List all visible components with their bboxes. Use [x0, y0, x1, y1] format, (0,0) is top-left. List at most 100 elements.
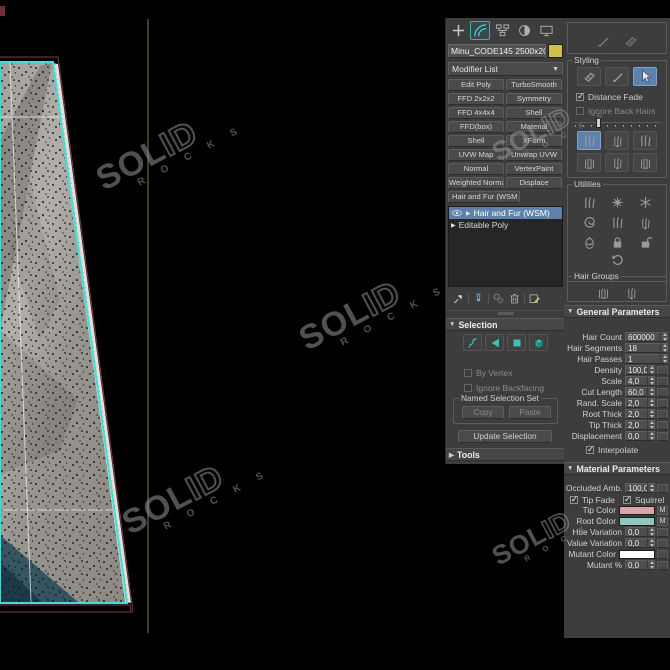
util-unlock-icon[interactable] — [633, 233, 657, 252]
density-map-button[interactable] — [657, 365, 668, 375]
modifier-button[interactable]: VertexPaint — [506, 163, 562, 175]
spinner-arrows[interactable] — [647, 538, 654, 548]
mutant-color-map-button[interactable] — [657, 549, 668, 559]
modifier-button[interactable]: UVW Map — [448, 149, 504, 161]
object-name-field[interactable]: Minu_CODE145 2500x2012 — [448, 44, 546, 58]
stack-item-editable-poly[interactable]: ▶ Editable Poly — [449, 219, 562, 231]
slider-handle[interactable] — [595, 118, 601, 128]
tip-color-map-button[interactable]: M — [657, 505, 668, 515]
rollout-tools[interactable]: ▶ Tools — [446, 448, 565, 461]
modifier-button[interactable]: Shell — [506, 107, 562, 119]
displacement-spinner[interactable]: 0,0 — [625, 431, 655, 441]
util-reset-rest-icon[interactable] — [605, 193, 629, 212]
modifier-button[interactable]: Displace — [506, 177, 562, 189]
tab-create[interactable] — [448, 21, 468, 40]
tip-thick-spinner[interactable]: 2,0 — [625, 420, 655, 430]
hair-group-make-icon[interactable] — [591, 284, 615, 300]
spinner-arrows[interactable] — [647, 387, 654, 397]
expand-arrow-icon[interactable]: ▶ — [466, 210, 471, 217]
rollout-material-parameters[interactable]: ▼ Material Parameters — [564, 462, 670, 475]
ignore-backfacing-checkbox[interactable]: Ignore Backfacing — [464, 383, 544, 393]
by-vertex-checkbox[interactable]: By Vertex — [464, 368, 512, 378]
util-pop-selected-icon[interactable] — [633, 213, 657, 232]
modifier-button[interactable]: Unwrap UVW — [506, 149, 562, 161]
tab-modify[interactable] — [470, 21, 490, 40]
modifier-button[interactable]: Material — [506, 121, 562, 133]
rand-scale-spinner[interactable]: 2,0 — [625, 398, 655, 408]
distance-fade-checkbox[interactable]: Distance Fade — [576, 91, 666, 102]
hair-tool-clump[interactable] — [577, 153, 601, 172]
scale-map-button[interactable] — [657, 376, 668, 386]
util-undo-icon[interactable] — [605, 252, 629, 266]
spinner-arrows[interactable] — [647, 483, 654, 493]
tip-color-swatch[interactable] — [619, 505, 655, 515]
subobject-vertex-button[interactable] — [485, 334, 504, 351]
tip-fade-checkbox[interactable]: Tip Fade — [569, 494, 615, 505]
tab-motion[interactable] — [514, 21, 534, 40]
modifier-button[interactable]: Normal — [448, 163, 504, 175]
value-variation-map-button[interactable] — [657, 538, 668, 548]
root-color-swatch[interactable] — [619, 516, 655, 526]
stack-item-hair-and-fur[interactable]: ▶ Hair and Fur (WSM) — [449, 207, 562, 219]
make-unique-icon[interactable] — [492, 292, 505, 305]
pin-stack-icon[interactable] — [452, 292, 465, 305]
cut-length-spinner[interactable]: 60,0 — [625, 387, 655, 397]
util-lock-icon[interactable] — [605, 233, 629, 252]
displacement-map-button[interactable] — [657, 431, 668, 441]
modifier-button[interactable]: FFD 4x4x4 — [448, 107, 504, 119]
spinner-arrows[interactable] — [647, 365, 654, 375]
root-thick-map-button[interactable] — [657, 409, 668, 419]
rollout-selection[interactable]: ▼ Selection — [446, 318, 565, 331]
show-end-result-icon[interactable] — [472, 292, 485, 305]
cut-length-map-button[interactable] — [657, 387, 668, 397]
select-hair-icon[interactable] — [633, 67, 657, 86]
hue-variation-map-button[interactable] — [657, 527, 668, 537]
copy-button[interactable]: Copy — [462, 406, 504, 419]
modifier-button[interactable]: Symmetry — [506, 93, 562, 105]
modifier-button[interactable]: Hair and Fur (WSM — [448, 191, 520, 203]
root-color-map-button[interactable]: M — [657, 516, 668, 526]
util-recomb-icon[interactable] — [577, 193, 601, 212]
mutant-color-swatch[interactable] — [619, 549, 655, 559]
value-variation-spinner[interactable]: 0,0 — [625, 538, 655, 548]
remove-modifier-icon[interactable] — [508, 292, 521, 305]
finish-styling-button[interactable] — [619, 31, 643, 50]
util-splay-icon[interactable] — [633, 193, 657, 212]
hair-tool-stand[interactable] — [605, 131, 629, 150]
subobject-element-button[interactable] — [529, 334, 548, 351]
mutant-pct-spinner[interactable]: 0,0 — [625, 560, 655, 570]
spinner-arrows[interactable] — [647, 420, 654, 430]
brush-size-slider[interactable] — [573, 118, 661, 128]
spinner-arrows[interactable] — [647, 431, 654, 441]
spinner-arrows[interactable] — [660, 354, 667, 364]
hue-variation-spinner[interactable]: 0,0 — [625, 527, 655, 537]
hair-passes-spinner[interactable]: 1 — [625, 354, 668, 364]
panel-resize-grip[interactable] — [448, 310, 563, 315]
occluded-amb-map-button[interactable] — [657, 483, 669, 493]
paste-button[interactable]: Paste — [509, 406, 551, 419]
mutant-pct-map-button[interactable] — [657, 560, 668, 570]
update-selection-button[interactable]: Update Selection — [458, 430, 552, 443]
modifier-button[interactable]: Shell — [448, 135, 504, 147]
tab-display[interactable] — [536, 21, 556, 40]
hair-brush-icon[interactable] — [577, 67, 601, 86]
spinner-arrows[interactable] — [647, 398, 654, 408]
rollout-general-parameters[interactable]: ▼ General Parameters — [564, 305, 670, 318]
hair-count-spinner[interactable]: 600000 — [625, 332, 668, 342]
configure-modifier-sets-icon[interactable] — [528, 292, 541, 305]
util-hide-icon[interactable] — [577, 233, 601, 252]
density-spinner[interactable]: 100,0 — [625, 365, 655, 375]
hair-group-merge-icon[interactable] — [619, 284, 643, 300]
spinner-arrows[interactable] — [647, 409, 654, 419]
subobject-polygon-button[interactable] — [507, 334, 526, 351]
spinner-arrows[interactable] — [647, 527, 654, 537]
hair-segments-spinner[interactable]: 18 — [625, 343, 668, 353]
tip-thick-map-button[interactable] — [657, 420, 668, 430]
modifier-button[interactable]: Edit Poly — [448, 79, 504, 91]
spinner-arrows[interactable] — [647, 376, 654, 386]
hair-cut-icon[interactable] — [605, 67, 629, 86]
rand-scale-map-button[interactable] — [657, 398, 668, 408]
occluded-amb-spinner[interactable]: 100,0 — [625, 483, 656, 493]
hair-tool-puff[interactable] — [633, 131, 657, 150]
modifier-list-dropdown[interactable]: Modifier List ▼ — [448, 62, 563, 76]
